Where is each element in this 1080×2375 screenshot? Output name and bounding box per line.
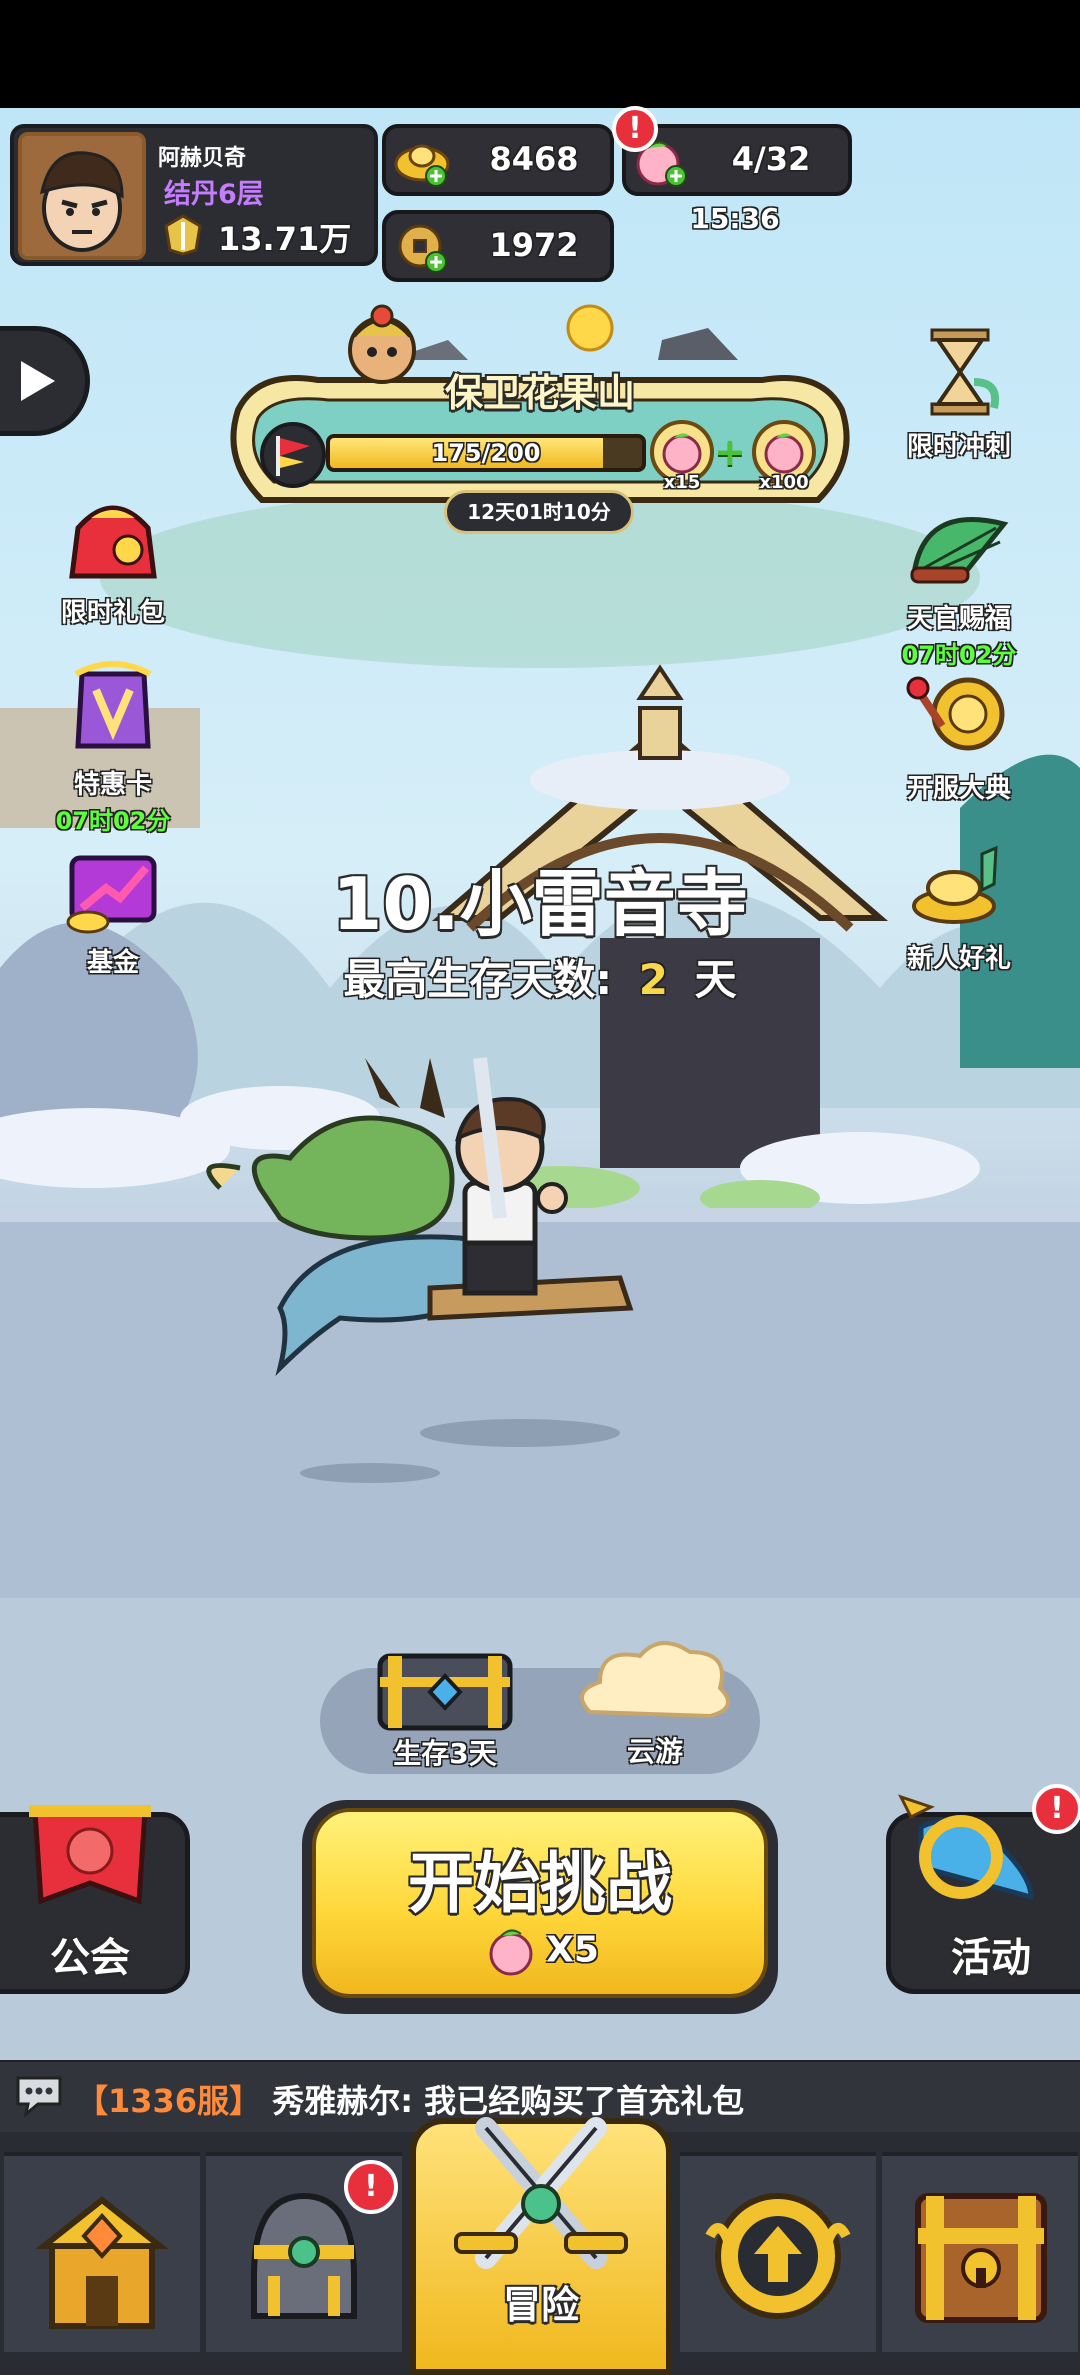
cloud-icon [580,1641,730,1719]
flag-icon [260,422,326,488]
treasure-vault-icon [915,2193,1047,2323]
guild-button[interactable]: 公会 [0,1805,190,1994]
chat-speaker: 秀雅赫尔: [272,2082,414,2120]
chat-bubble-icon [12,2072,66,2122]
event-countdown-text: 12天01时10分 [467,500,611,524]
stamina-value: 4/32 [731,140,811,178]
avatar[interactable] [18,132,146,260]
stamina-alert-icon: ! [612,106,658,152]
cloud-travel-button[interactable]: 云游 [570,1632,740,1772]
v-card-icon [74,661,152,749]
gift-bag-icon [69,505,157,579]
grand-opening-label: 开服大典 [906,774,1011,804]
best-survival-label: 最高生存天数: [343,955,613,1004]
best-survival-value: 2 [638,955,668,1004]
player-rank: 结丹6层 [164,179,264,210]
nav-treasury-button[interactable] [882,2152,1078,2352]
coin-counter[interactable]: 1972 [382,210,614,282]
gold-value: 8468 [489,140,579,178]
fan-icon [910,517,1009,584]
peach-icon [489,1929,533,1976]
special-card-label: 特惠卡 [73,770,152,800]
plus-icon: + [714,430,746,474]
stamina-timer: 15:36 [690,202,780,235]
activity-alert-icon: ! [1032,1784,1080,1834]
activity-button[interactable]: 活动 [886,1794,1080,1994]
copper-coin-icon [392,222,452,278]
survive-chest-label: 生存3天 [393,1737,497,1770]
gold-counter[interactable]: 8468 [382,124,614,196]
grand-opening-button[interactable]: 开服大典 [884,664,1034,805]
fund-button[interactable]: 基金 [38,838,188,979]
blessing-label: 天官赐福 [906,604,1011,634]
special-card-timer: 07时02分 [55,807,171,835]
play-icon [21,361,55,401]
equipment-alert-icon: ! [344,2160,398,2214]
limited-gift-label: 限时礼包 [60,598,165,628]
status-bar [0,0,1080,108]
start-challenge-button[interactable]: 开始挑战 X5 [302,1800,778,2014]
limited-sprint-button[interactable]: 限时冲刺 [884,322,1034,463]
nav-adventure-button[interactable]: 冒险 [410,2117,672,2375]
nav-shop-button[interactable] [4,2152,200,2352]
chat-server: 【1336服】 [76,2082,262,2120]
cloud-travel-label: 云游 [626,1735,683,1768]
event-banner[interactable]: 保卫花果山 175/200 x15 + x100 12天01时10分 [218,300,862,540]
guild-label: 公会 [50,1935,130,1981]
fund-chart-icon [66,855,157,934]
event-title: 保卫花果山 [444,371,635,415]
gold-gift-icon [912,845,998,924]
guild-banner-icon [29,1805,151,1905]
reward-small-count: x15 [663,472,701,493]
nav-upgrade-button[interactable] [680,2152,876,2352]
coin-value: 1972 [489,226,579,264]
hourglass-icon [930,328,999,416]
crossed-swords-icon [454,2117,628,2269]
hero-character [206,1057,634,1377]
newbie-gift-button[interactable]: 新人好礼 [884,834,1034,975]
player-power: 13.71万 [218,220,352,258]
player-card[interactable]: 阿赫贝奇 结丹6层 13.71万 [10,124,378,266]
event-progress-text: 175/200 [431,439,541,467]
limited-gift-button[interactable]: 限时礼包 [38,488,188,629]
nav-adventure-label: 冒险 [502,2283,579,2327]
shop-building-icon [35,2196,169,2329]
upgrade-arrow-icon [705,2193,851,2319]
event-countdown: 12天01时10分 [444,490,634,534]
newbie-gift-label: 新人好礼 [906,944,1011,974]
gold-ingot-icon [392,136,452,192]
activity-label: 活动 [951,1935,1031,1981]
survive-chest-button[interactable]: 生存3天 [370,1636,520,1776]
blessing-button[interactable]: 天官赐福 07时02分 [884,494,1034,670]
challenge-cost: X5 [302,1922,778,1978]
horn-icon [898,1794,1034,1901]
gong-icon [906,676,1005,751]
treasure-chest-icon [377,1653,513,1731]
challenge-cost-value: X5 [546,1929,599,1971]
power-icon [162,214,204,256]
best-survival-unit: 天 [694,955,737,1004]
limited-sprint-label: 限时冲刺 [906,432,1011,462]
special-card-button[interactable]: 特惠卡 07时02分 [38,660,188,836]
reward-large-count: x100 [759,472,809,493]
player-name: 阿赫贝奇 [158,146,247,171]
play-button[interactable] [0,326,90,436]
fund-label: 基金 [86,948,139,978]
avatar-face-icon [22,136,142,256]
start-challenge-label: 开始挑战 [408,1845,672,1922]
